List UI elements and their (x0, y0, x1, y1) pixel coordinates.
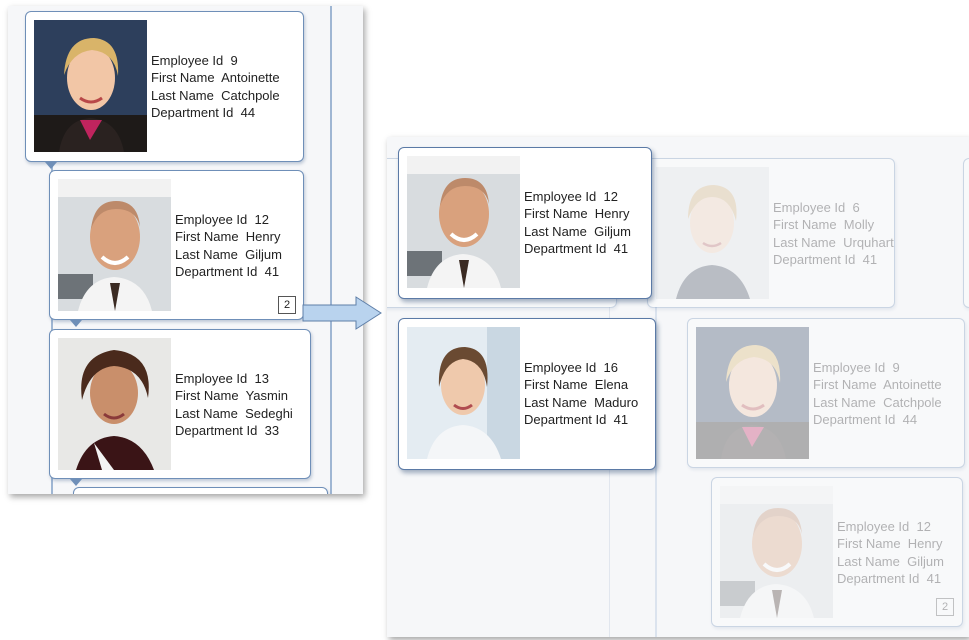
last-name-value: Maduro (594, 394, 639, 410)
department-id-label: Department Id (151, 104, 234, 120)
employee-info: Employee Id 9 First Name Antoinette Last… (813, 359, 942, 428)
last-name-label: Last Name (837, 553, 900, 569)
employee-card[interactable]: Employee Id 12 First Name Henry Last Nam… (711, 477, 963, 627)
last-name-value: Catchpole (883, 394, 942, 410)
employee-id-label: Employee Id (151, 53, 224, 68)
employee-info: Employee Id 12 First Name Henry Last Nam… (837, 518, 944, 587)
employee-id-value: 6 (852, 200, 860, 215)
employee-card[interactable]: Employee Id 16 First Name Elena Last Nam… (398, 318, 656, 470)
first-name-value: Elena (594, 377, 629, 393)
employee-info: Employee Id 9 First Name Antoinette Last… (151, 52, 280, 121)
employee-id-label: Employee Id (773, 200, 846, 215)
department-id-label: Department Id (773, 251, 856, 267)
employee-photo (696, 327, 809, 459)
department-id-value: 44 (240, 104, 256, 120)
left-panel: Employee Id 9 First Name Antoinette Last… (8, 6, 363, 494)
employee-card[interactable]: Employee Id 6 First Name Molly Last Name… (647, 158, 895, 308)
employee-id-value: 9 (230, 53, 238, 68)
employee-photo (407, 327, 520, 459)
employee-id-label: Employee Id (175, 212, 248, 227)
subordinate-count-badge[interactable]: 2 (278, 296, 296, 314)
last-name-label: Last Name (151, 87, 214, 103)
department-id-label: Department Id (837, 570, 920, 586)
department-id-label: Department Id (175, 263, 258, 279)
employee-id-value: 16 (603, 360, 618, 375)
department-id-label: Department Id (175, 422, 258, 438)
connector-line (330, 6, 332, 494)
first-name-label: First Name (837, 536, 901, 552)
employee-info: Employee Id 12 First Name Henry Last Nam… (175, 211, 282, 280)
first-name-value: Antoinette (221, 70, 280, 86)
card-pointer (70, 479, 82, 486)
employee-card-partial[interactable] (73, 487, 328, 494)
first-name-label: First Name (175, 388, 239, 404)
employee-id-label: Employee Id (837, 519, 910, 534)
employee-info: Employee Id 6 First Name Molly Last Name… (773, 199, 894, 268)
employee-card[interactable]: Employee Id 13 First Name Yasmin Last Na… (49, 329, 311, 479)
employee-id-value: 9 (892, 360, 900, 375)
department-id-value: 41 (926, 570, 942, 586)
last-name-label: Last Name (524, 394, 587, 410)
employee-card[interactable]: Employee Id 9 First Name Antoinette Last… (687, 318, 965, 468)
department-id-value: 44 (902, 411, 918, 427)
employee-info: Employee Id 13 First Name Yasmin Last Na… (175, 370, 293, 439)
first-name-label: First Name (813, 377, 877, 393)
subordinate-count-badge[interactable]: 2 (936, 598, 954, 616)
last-name-label: Last Name (524, 223, 587, 239)
employee-id-label: Employee Id (813, 360, 886, 375)
card-pointer (45, 162, 57, 169)
first-name-label: First Name (151, 70, 215, 86)
first-name-value: Henry (594, 206, 630, 222)
last-name-value: Giljum (907, 553, 944, 569)
first-name-value: Molly (843, 217, 875, 233)
employee-id-label: Employee Id (524, 360, 597, 375)
employee-id-value: 12 (603, 189, 618, 204)
employee-photo (407, 156, 520, 288)
department-id-value: 33 (264, 422, 280, 438)
department-id-value: 41 (613, 411, 629, 427)
department-id-value: 41 (264, 263, 280, 279)
first-name-label: First Name (175, 229, 239, 245)
first-name-value: Henry (245, 229, 281, 245)
employee-photo (720, 486, 833, 618)
right-panel: Employee Id 6 First Name Molly Last Name… (387, 137, 969, 637)
arrow-right-icon (302, 296, 382, 330)
employee-id-label: Employee Id (524, 189, 597, 204)
last-name-value: Urquhart (843, 234, 894, 250)
employee-info: Employee Id 16 First Name Elena Last Nam… (524, 359, 638, 428)
last-name-label: Last Name (773, 234, 836, 250)
employee-id-value: 12 (254, 212, 269, 227)
first-name-label: First Name (524, 377, 588, 393)
department-id-label: Department Id (813, 411, 896, 427)
last-name-label: Last Name (175, 246, 238, 262)
employee-id-label: Employee Id (175, 371, 248, 386)
last-name-label: Last Name (813, 394, 876, 410)
employee-photo (58, 338, 171, 470)
department-id-label: Department Id (524, 411, 607, 427)
employee-photo (656, 167, 769, 299)
last-name-value: Sedeghi (245, 405, 293, 421)
employee-id-value: 13 (254, 371, 269, 386)
first-name-value: Henry (907, 536, 943, 552)
first-name-label: First Name (524, 206, 588, 222)
card-pointer (70, 320, 82, 327)
employee-card[interactable]: Employee Id 12 First Name Henry Last Nam… (49, 170, 304, 320)
last-name-value: Catchpole (221, 87, 280, 103)
employee-photo (34, 20, 147, 152)
department-id-label: Department Id (524, 240, 607, 256)
employee-card[interactable]: Employee Id 9 First Name Antoinette Last… (25, 11, 304, 162)
department-id-value: 41 (862, 251, 878, 267)
employee-photo (58, 179, 171, 311)
employee-id-value: 12 (916, 519, 931, 534)
employee-info: Employee Id 12 First Name Henry Last Nam… (524, 188, 631, 257)
employee-card-selected[interactable]: Employee Id 12 First Name Henry Last Nam… (398, 147, 652, 299)
employee-card-partial[interactable] (963, 158, 969, 308)
last-name-label: Last Name (175, 405, 238, 421)
first-name-value: Antoinette (883, 377, 942, 393)
first-name-label: First Name (773, 217, 837, 233)
department-id-value: 41 (613, 240, 629, 256)
last-name-value: Giljum (245, 246, 282, 262)
first-name-value: Yasmin (245, 388, 288, 404)
last-name-value: Giljum (594, 223, 631, 239)
